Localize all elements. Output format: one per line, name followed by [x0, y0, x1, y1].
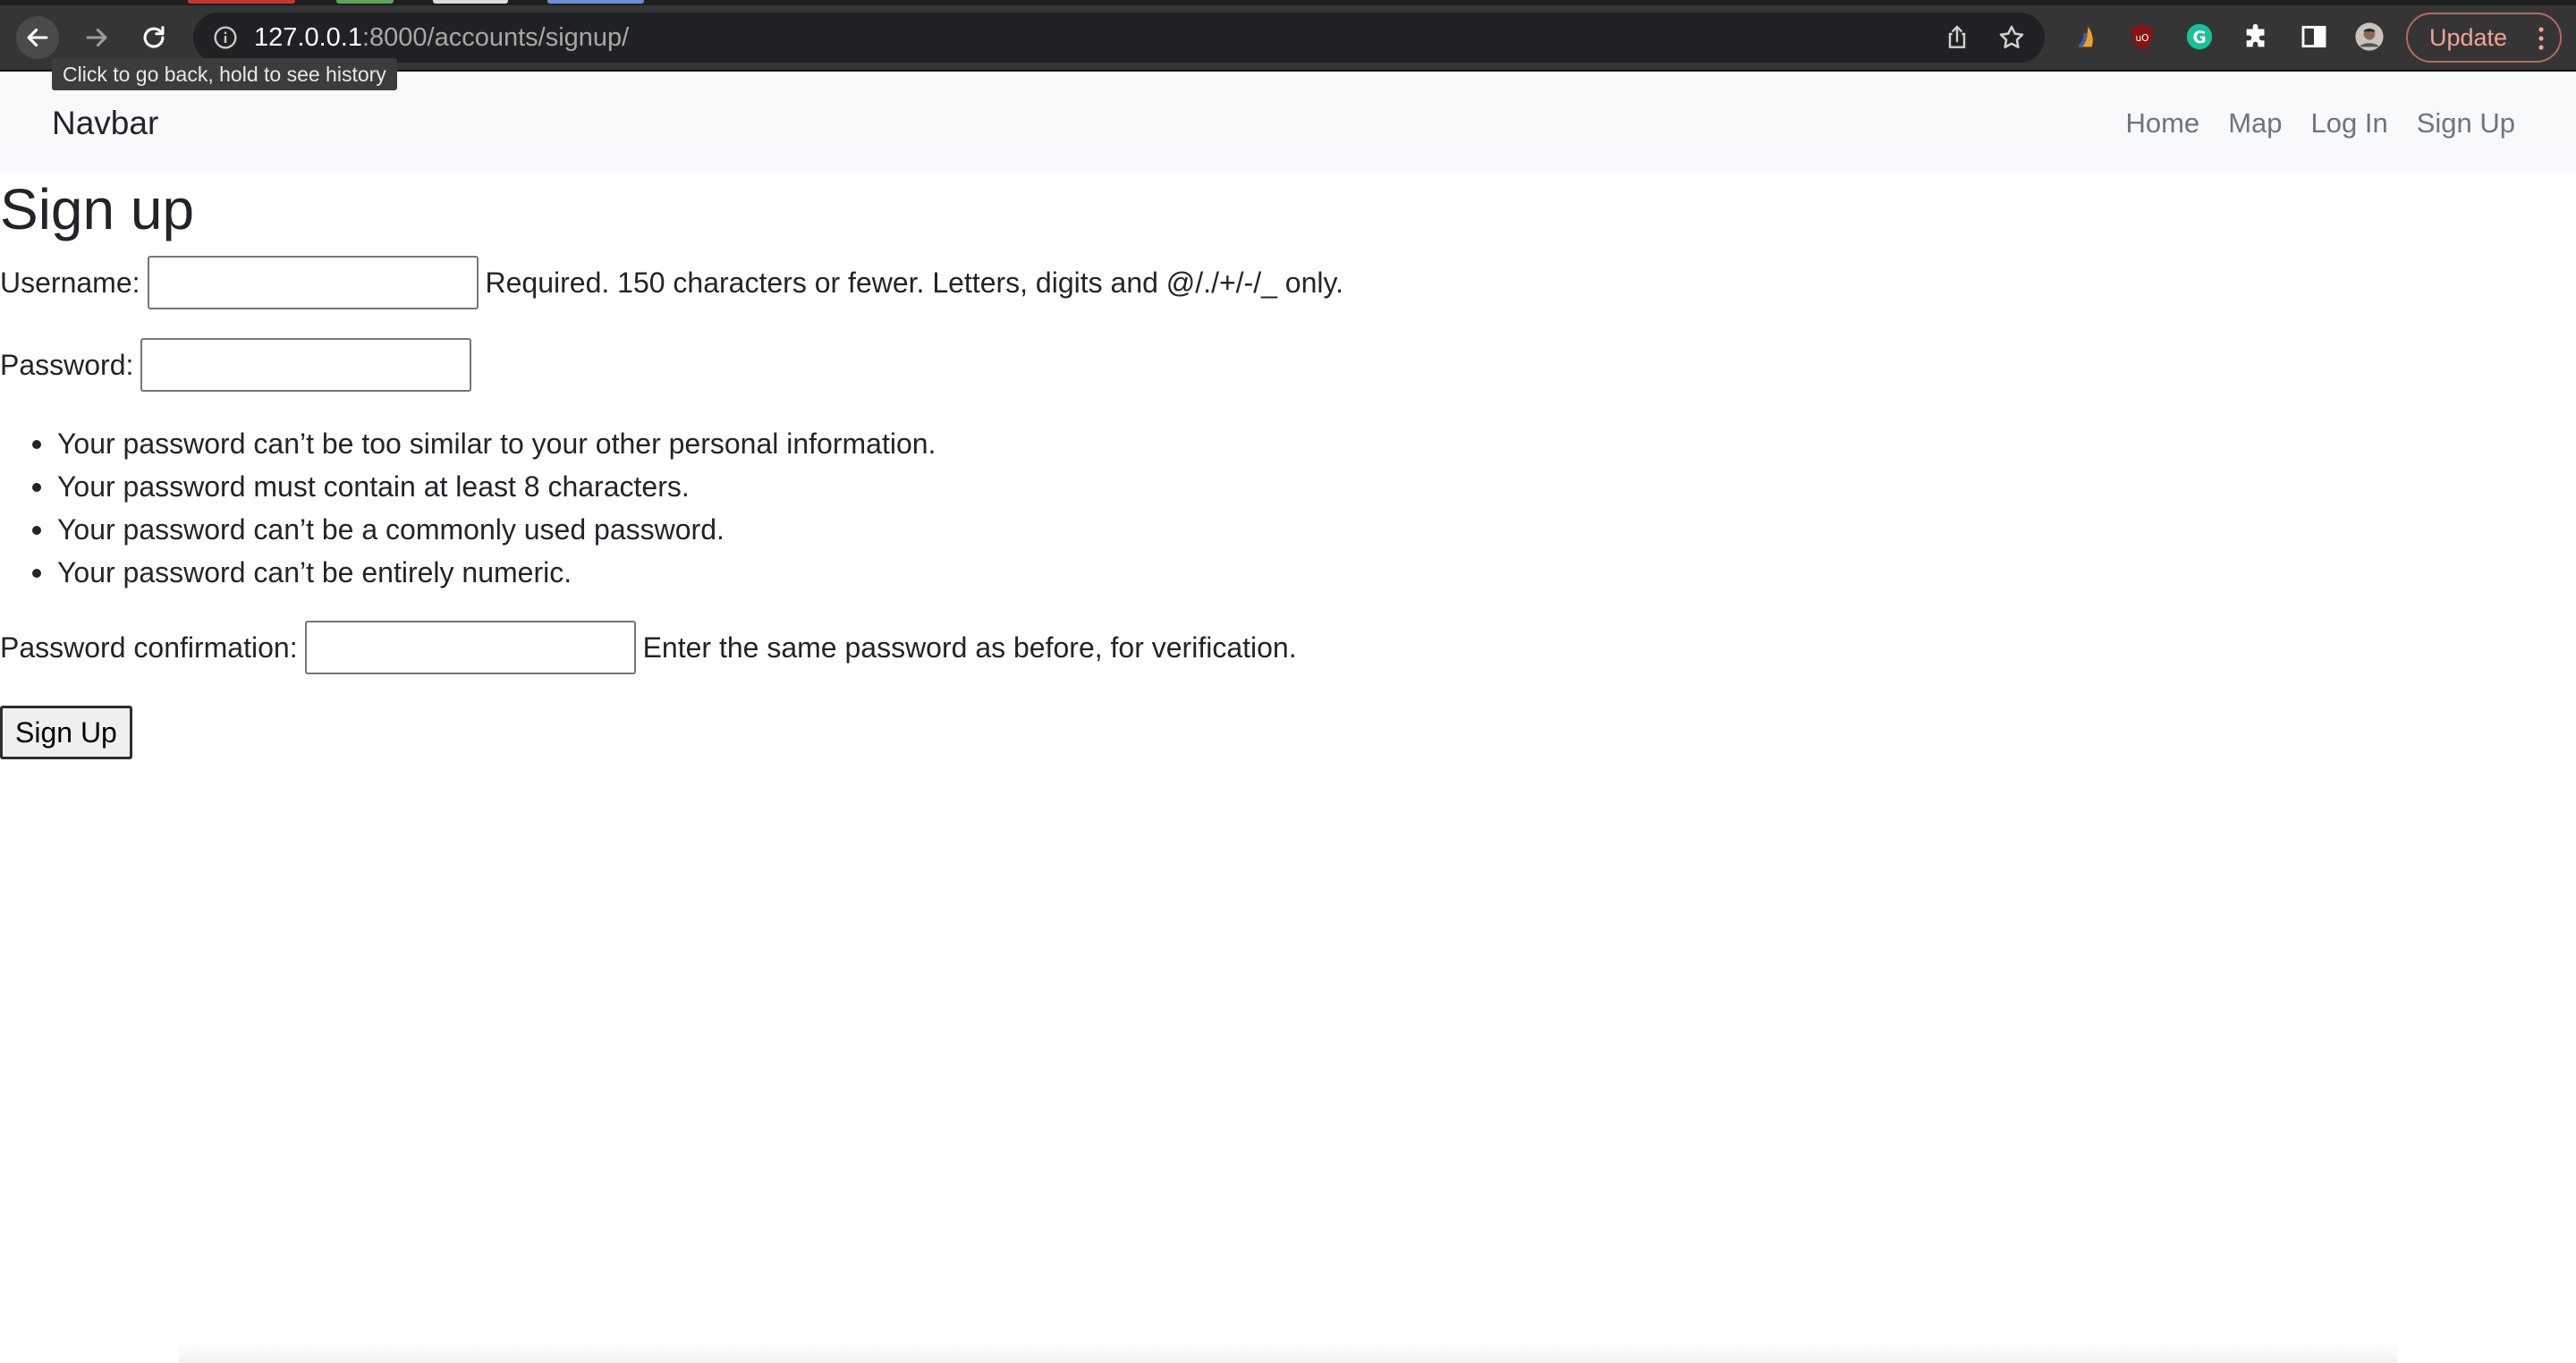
bookmark-star-icon[interactable] — [1996, 22, 2027, 53]
side-panel-icon[interactable] — [2299, 21, 2329, 52]
page-title: Sign up — [0, 177, 195, 241]
password-row: Password: — [0, 338, 479, 392]
username-help-text: Required. 150 characters or fewer. Lette… — [485, 267, 1343, 299]
arc-extension-icon[interactable] — [2072, 21, 2102, 52]
tab-indicator[interactable] — [433, 0, 508, 4]
address-bar[interactable]: 127.0.0.1:8000/accounts/signup/ — [193, 13, 2045, 63]
nav-links: Home Map Log In Sign Up — [2125, 106, 2515, 141]
arrow-left-icon — [27, 28, 48, 47]
password-confirmation-help-text: Enter the same password as before, for v… — [642, 631, 1297, 664]
back-button-tooltip: Click to go back, hold to see history — [52, 58, 397, 90]
tab-indicator[interactable] — [336, 0, 394, 4]
arrow-right-icon — [86, 28, 107, 47]
nav-link-signup[interactable]: Sign Up — [2417, 106, 2515, 141]
svg-text:G: G — [2192, 29, 2206, 47]
reload-icon — [143, 26, 165, 48]
puzzle-extensions-icon[interactable] — [2241, 21, 2272, 52]
password-rule: Your password can’t be a commonly used p… — [0, 508, 936, 551]
signup-submit-button[interactable]: Sign Up — [0, 706, 132, 759]
tab-indicator[interactable] — [547, 0, 644, 4]
reload-button[interactable] — [132, 16, 175, 59]
password-label: Password: — [0, 349, 134, 381]
tab-strip — [0, 0, 2576, 5]
site-info-icon[interactable] — [211, 23, 240, 52]
url-host: 127.0.0.1 — [254, 23, 362, 52]
nav-link-map[interactable]: Map — [2228, 106, 2282, 141]
username-label: Username: — [0, 267, 140, 299]
password-confirmation-input[interactable] — [304, 621, 636, 674]
nav-link-login[interactable]: Log In — [2311, 106, 2388, 141]
forward-button[interactable] — [75, 16, 118, 59]
navbar-brand[interactable]: Navbar — [52, 104, 158, 143]
ublock-origin-icon[interactable]: uO — [2127, 21, 2157, 52]
more-vertical-icon — [2538, 27, 2544, 50]
share-icon[interactable] — [1943, 23, 1971, 52]
update-button[interactable]: Update — [2406, 13, 2562, 63]
back-button[interactable] — [16, 16, 59, 59]
password-confirmation-row: Password confirmation: Enter the same pa… — [0, 621, 1297, 674]
svg-text:uO: uO — [2135, 32, 2148, 44]
window-bottom-shadow — [179, 1342, 2397, 1363]
password-input[interactable] — [140, 338, 472, 392]
update-label: Update — [2429, 24, 2508, 51]
username-row: Username: Required. 150 characters or fe… — [0, 256, 1343, 309]
nav-link-home[interactable]: Home — [2125, 106, 2199, 141]
password-rule: Your password must contain at least 8 ch… — [0, 465, 936, 508]
password-rule: Your password can’t be entirely numeric. — [0, 551, 936, 594]
username-input[interactable] — [147, 256, 479, 309]
url-path: :8000/accounts/signup/ — [361, 23, 630, 52]
profile-avatar-icon[interactable] — [2354, 21, 2385, 52]
password-rule: Your password can’t be too similar to yo… — [0, 422, 936, 465]
password-rules-list: Your password can’t be too similar to yo… — [0, 422, 936, 594]
tab-indicator[interactable] — [188, 0, 295, 4]
url-text[interactable]: 127.0.0.1:8000/accounts/signup/ — [254, 22, 629, 53]
password-confirmation-label: Password confirmation: — [0, 631, 298, 664]
grammarly-icon[interactable]: G — [2184, 21, 2215, 52]
